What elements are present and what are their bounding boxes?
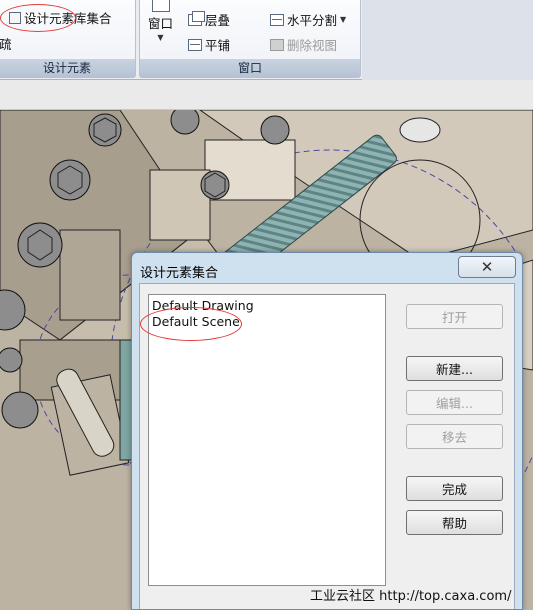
design-group-label: 设计元素 <box>0 59 135 77</box>
open-button[interactable]: 打开 <box>406 304 503 329</box>
cut-off-item[interactable]: 疏 <box>0 34 12 53</box>
ribbon: 设计元素库集合 疏 设计元素 窗口 ▼ 层叠 平铺 水平分割 ▼ 删除视图 窗口 <box>0 0 533 80</box>
delete-view-icon <box>270 38 284 51</box>
cut-off-label: 疏 <box>0 37 12 52</box>
split-horizontal-button[interactable]: 水平分割 ▼ <box>270 10 346 29</box>
window-group: 窗口 ▼ 层叠 平铺 水平分割 ▼ 删除视图 窗口 <box>139 0 361 78</box>
tile-label: 平铺 <box>205 38 231 53</box>
design-library-label: 设计元素库集合 <box>24 11 112 26</box>
list-item-default-scene[interactable]: Default Scene <box>152 314 240 329</box>
cascade-icon <box>188 10 205 26</box>
delete-view-label: 删除视图 <box>287 38 338 53</box>
help-button[interactable]: 帮助 <box>406 510 503 535</box>
window-button-label: 窗口 <box>148 16 174 31</box>
cascade-label: 层叠 <box>205 13 231 28</box>
chevron-down-icon: ▼ <box>157 33 164 42</box>
list-item-default-drawing[interactable]: Default Drawing <box>152 298 254 313</box>
toolbar-strip <box>0 80 533 110</box>
tile-button[interactable]: 平铺 <box>188 35 230 54</box>
split-horizontal-icon <box>270 13 284 26</box>
window-group-label: 窗口 <box>140 59 360 77</box>
design-library-button[interactable]: 设计元素库集合 <box>9 8 112 27</box>
tile-icon <box>188 38 202 51</box>
split-dropdown-icon[interactable]: ▼ <box>340 15 346 24</box>
split-horizontal-label: 水平分割 <box>287 13 338 28</box>
remove-button[interactable]: 移去 <box>406 424 503 449</box>
delete-view-button[interactable]: 删除视图 <box>270 35 337 54</box>
dialog-title: 设计元素集合 <box>140 266 219 281</box>
close-button[interactable]: ✕ <box>458 256 516 278</box>
design-library-icon <box>9 11 21 24</box>
ribbon-empty-area <box>362 0 533 80</box>
design-elements-dialog: 设计元素集合 ✕ Default Drawing Default Scene 打… <box>131 252 523 610</box>
close-icon: ✕ <box>480 257 494 276</box>
new-button[interactable]: 新建... <box>406 356 503 381</box>
design-elements-list[interactable]: Default Drawing Default Scene <box>148 294 386 586</box>
done-button[interactable]: 完成 <box>406 476 503 501</box>
design-elements-group: 设计元素库集合 疏 设计元素 <box>0 0 136 78</box>
window-icon <box>151 0 170 12</box>
cascade-button[interactable]: 层叠 <box>188 10 230 29</box>
window-button[interactable]: 窗口 ▼ <box>148 0 173 42</box>
watermark-text: 工业云社区 http://top.caxa.com/ <box>310 589 512 604</box>
dialog-body: Default Drawing Default Scene 打开 新建... 编… <box>139 283 515 609</box>
edit-button[interactable]: 编辑... <box>406 390 503 415</box>
